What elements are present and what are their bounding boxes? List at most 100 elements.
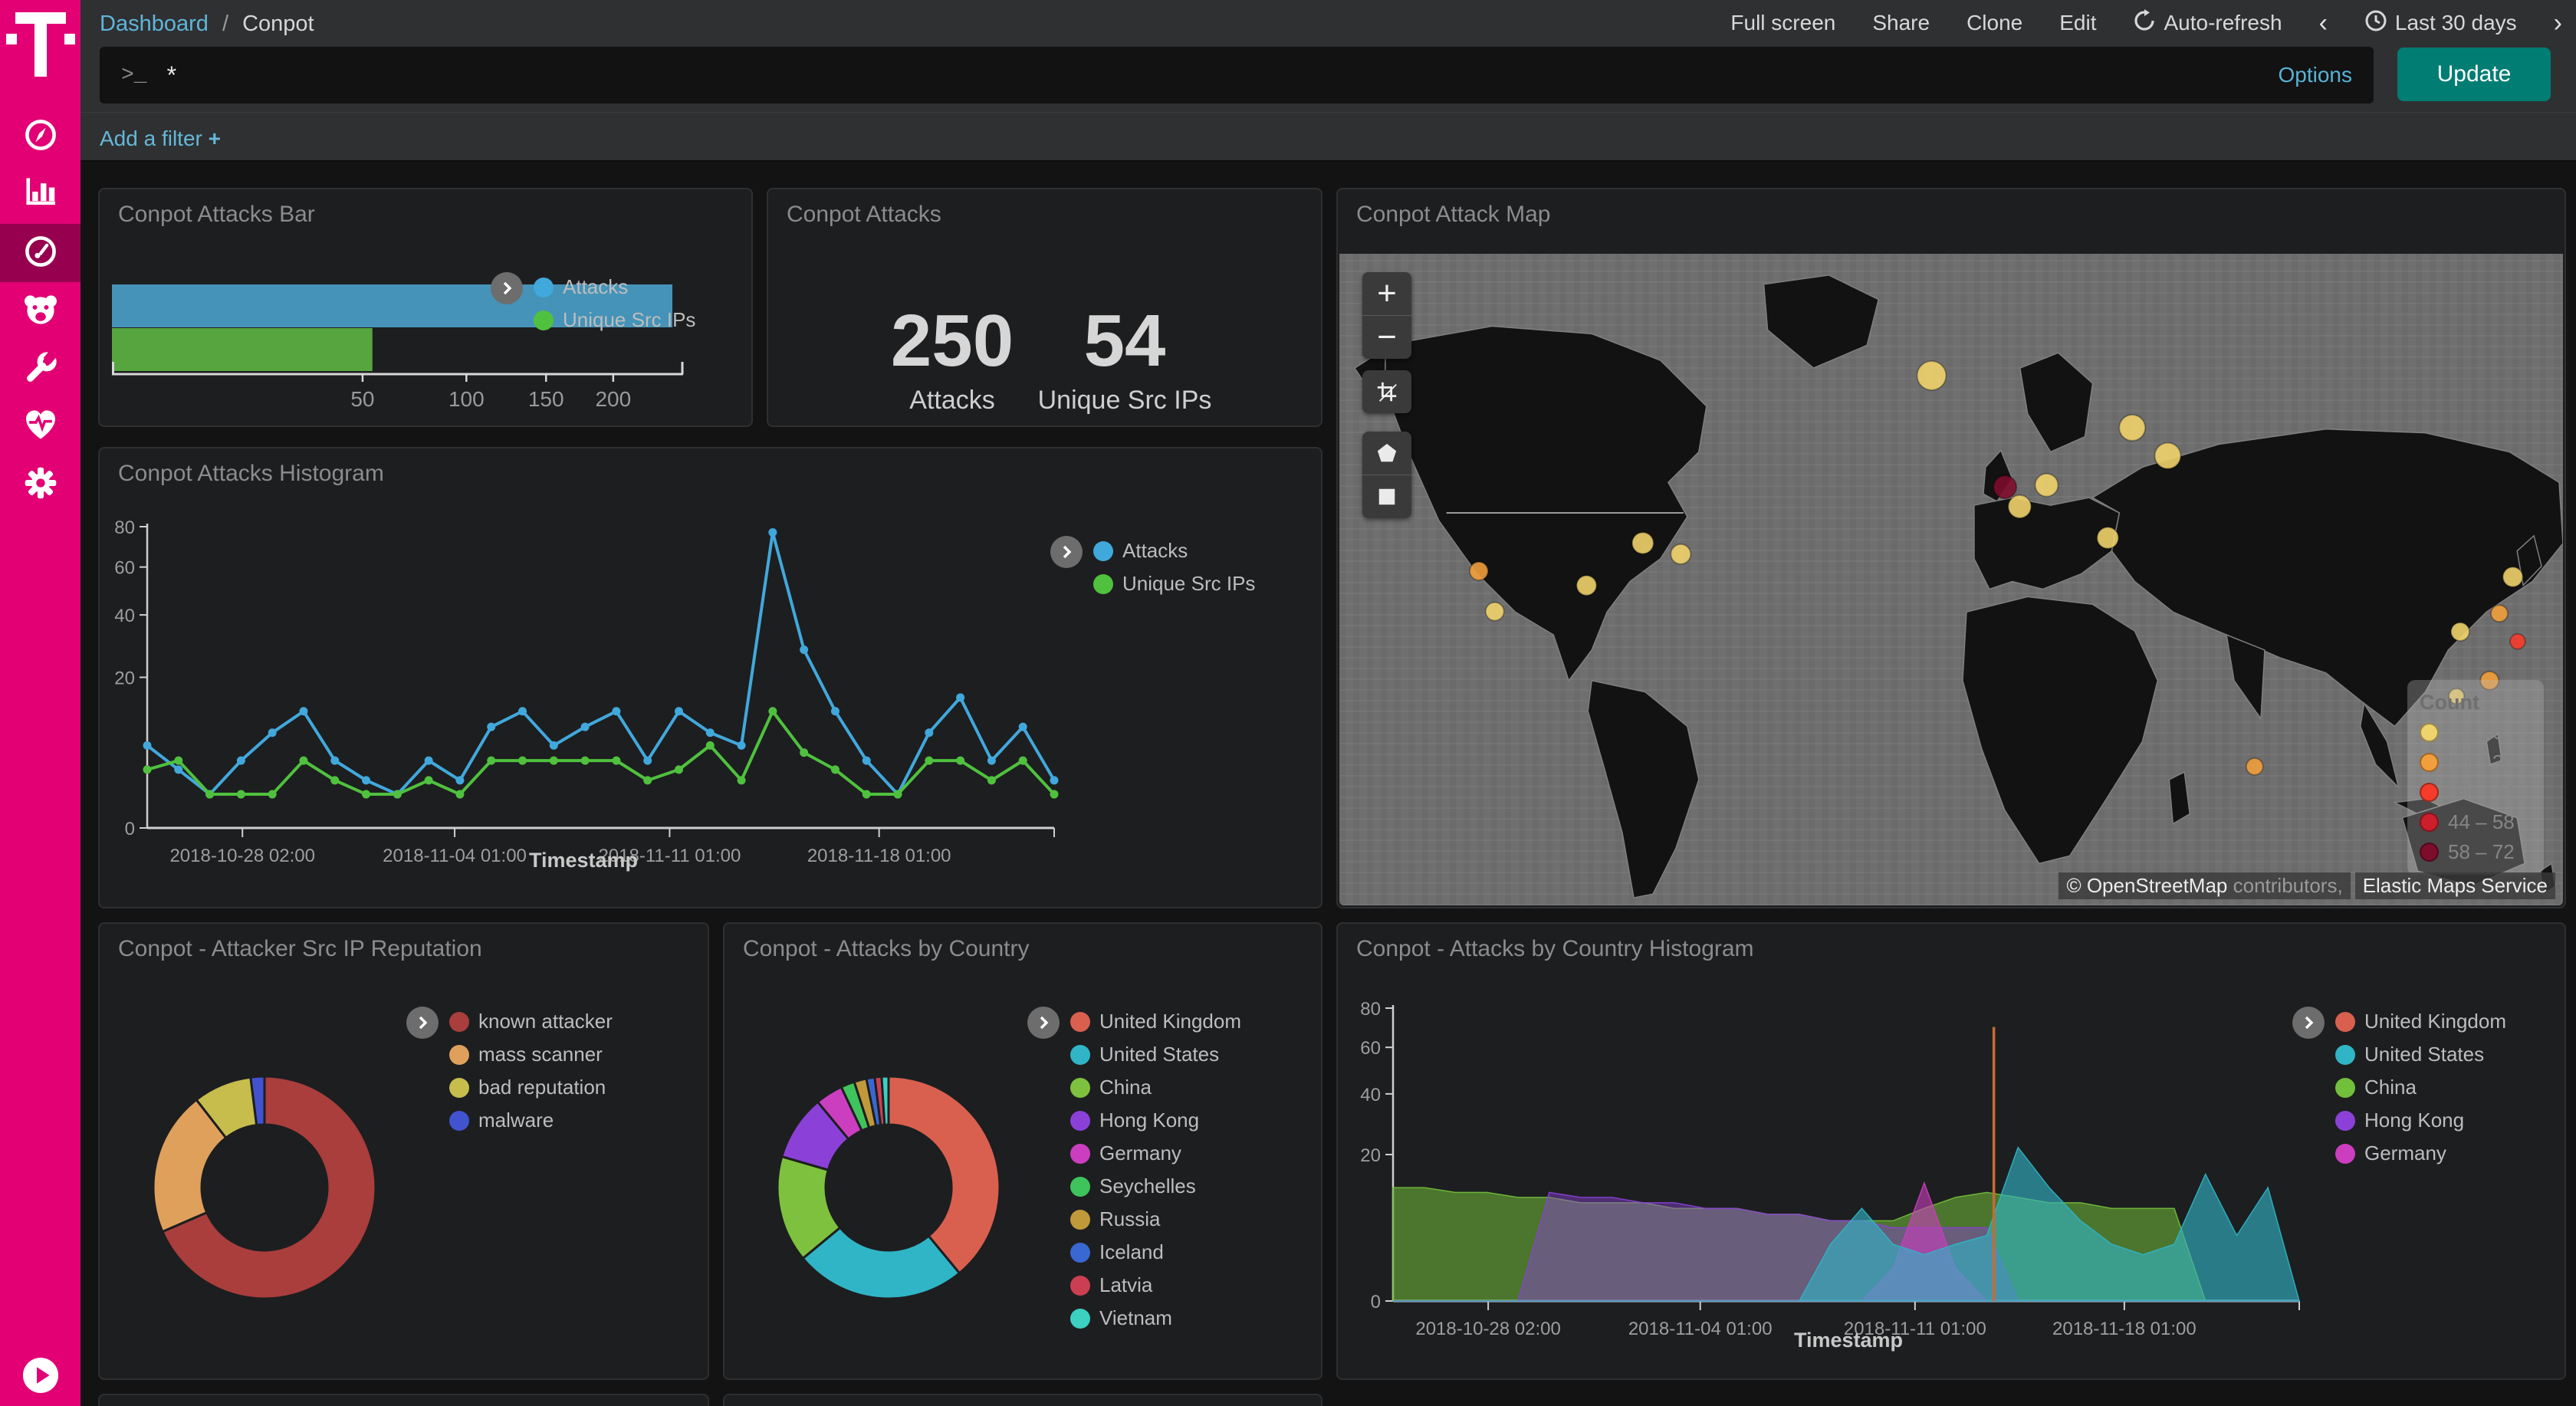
svg-text:150: 150 [528,387,564,411]
legend-item[interactable]: Germany [2335,1142,2506,1165]
attack-bubble [2491,605,2508,622]
legend-dot-icon [1070,1210,1090,1230]
legend-label: bad reputation [478,1076,606,1099]
legend-dot-icon [1070,1309,1090,1329]
plus-icon: + [209,126,221,150]
legend-item[interactable]: bad reputation [449,1076,613,1099]
legend-item[interactable]: Unique Src IPs [534,308,695,332]
legend-item[interactable]: United Kingdom [1070,1010,1241,1033]
breadcrumb-dashboard-link[interactable]: Dashboard [100,11,209,36]
reputation-donut-chart[interactable] [100,962,708,1378]
map-legend-item: 2 – 16 [2420,721,2532,744]
world-map[interactable]: + − Count 2 – 1616 – 3030 – 4444 – 5858 … [1339,254,2563,905]
legend-expand-button[interactable] [2292,1007,2325,1039]
sidebar-item-dev-tools[interactable] [0,340,80,399]
attack-bubble [1632,532,1654,554]
full-screen-button[interactable]: Full screen [1730,11,1835,35]
legend-item[interactable]: Germany [1070,1142,1241,1165]
legend-item[interactable]: Attacks [534,275,695,299]
elastic-maps-attribution[interactable]: Elastic Maps Service [2355,872,2555,899]
legend-item[interactable]: Attacks [1093,539,1255,563]
legend-expand-button[interactable] [1027,1007,1060,1039]
legend-item[interactable]: Unique Src IPs [1093,572,1255,596]
legend-item[interactable]: China [2335,1076,2506,1099]
legend-expand-button[interactable] [406,1007,439,1039]
attack-bubble [1486,603,1504,621]
time-prev-button[interactable]: ‹ [2319,8,2328,38]
legend-item[interactable]: mass scanner [449,1043,613,1066]
map-legend-dot-icon [2420,843,2439,862]
legend-label: United States [2364,1043,2484,1066]
compass-icon [23,117,58,156]
sidebar-collapse-button[interactable] [0,1348,80,1406]
play-circle-icon [19,1354,62,1401]
attack-bubble [2008,495,2031,518]
auto-refresh-button[interactable]: Auto-refresh [2133,9,2282,38]
telekom-t-logo[interactable] [0,6,80,83]
map-zoom-out-button[interactable]: − [1362,316,1411,359]
legend-item[interactable]: malware [449,1109,613,1132]
time-range-picker[interactable]: Last 30 days [2364,9,2517,38]
sidebar-item-timelion[interactable] [0,283,80,341]
map-draw-polygon-button[interactable] [1362,432,1411,475]
legend-label: Unique Src IPs [563,308,695,332]
add-filter-link[interactable]: Add a filter + [100,126,221,151]
sidebar-item-monitoring[interactable] [0,398,80,456]
attack-bubble [2036,474,2058,497]
query-options-link[interactable]: Options [2279,63,2353,87]
legend-item[interactable]: Hong Kong [1070,1109,1241,1132]
share-button[interactable]: Share [1872,11,1930,35]
histogram-legend: Attacks Unique Src IPs [1050,539,1255,596]
map-legend-item: 16 – 30 [2420,751,2532,774]
svg-text:2018-11-04 01:00: 2018-11-04 01:00 [1628,1319,1773,1339]
query-input[interactable] [167,61,2279,90]
attack-bubble [1671,544,1691,564]
attacks-line-chart[interactable]: 8060402002018-10-28 02:002018-11-04 01:0… [107,517,1081,885]
map-fit-control [1362,370,1411,413]
map-draw-rectangle-button[interactable] [1362,475,1411,518]
attack-bubble [1470,562,1488,580]
sidebar-item-visualize[interactable] [0,164,80,222]
wrench-icon [23,350,58,389]
map-attribution: © OpenStreetMap contributors, Elastic Ma… [2058,872,2555,899]
svg-text:80: 80 [1360,1000,1381,1020]
breadcrumb-separator: / [215,11,236,36]
legend-item[interactable]: United Kingdom [2335,1010,2506,1033]
legend-item[interactable]: United States [1070,1043,1241,1066]
svg-text:80: 80 [114,517,135,538]
clone-button[interactable]: Clone [1967,11,2022,35]
svg-text:2018-10-28 02:00: 2018-10-28 02:00 [1415,1319,1561,1339]
query-bar[interactable]: >_ Options [100,47,2374,103]
legend-item[interactable]: known attacker [449,1010,613,1033]
legend-item[interactable]: China [1070,1076,1241,1099]
attack-bubble [2246,758,2263,775]
sidebar-item-dashboard[interactable] [0,224,80,282]
time-next-button[interactable]: › [2554,8,2562,38]
attack-bubble [2119,415,2145,441]
legend-item[interactable]: Iceland [1070,1240,1241,1264]
legend-item[interactable]: Seychelles [1070,1174,1241,1198]
osm-attribution[interactable]: © OpenStreetMap [2066,874,2227,897]
map-fit-data-button[interactable] [1362,370,1411,413]
svg-text:2018-10-28 02:00: 2018-10-28 02:00 [169,846,315,866]
country-legend: United Kingdom United States China Hong Kon… [1027,1010,1241,1330]
legend-dot-icon [1070,1045,1090,1065]
sidebar-item-management[interactable] [0,455,80,514]
legend-item[interactable]: Hong Kong [2335,1109,2506,1132]
country-area-chart[interactable]: 8060402002018-10-28 02:002018-11-04 01:0… [1349,1000,2330,1353]
panel-attacks-by-country: Conpot - Attacks by Country United Kingd… [723,922,1322,1380]
update-button[interactable]: Update [2397,48,2551,101]
panel-conpot-attack-map: Conpot Attack Map [1336,188,2566,908]
legend-label: malware [478,1109,554,1132]
legend-label: Iceland [1099,1240,1164,1264]
legend-item[interactable]: Russia [1070,1207,1241,1231]
legend-expand-button[interactable] [491,272,523,304]
legend-expand-button[interactable] [1050,536,1083,568]
edit-button[interactable]: Edit [2059,11,2096,35]
legend-item[interactable]: Vietnam [1070,1306,1241,1330]
map-zoom-in-button[interactable]: + [1362,272,1411,315]
sidebar-item-discover[interactable] [0,107,80,166]
legend-item[interactable]: Latvia [1070,1273,1241,1297]
legend-item[interactable]: United States [2335,1043,2506,1066]
attack-bubble [1993,475,2016,498]
